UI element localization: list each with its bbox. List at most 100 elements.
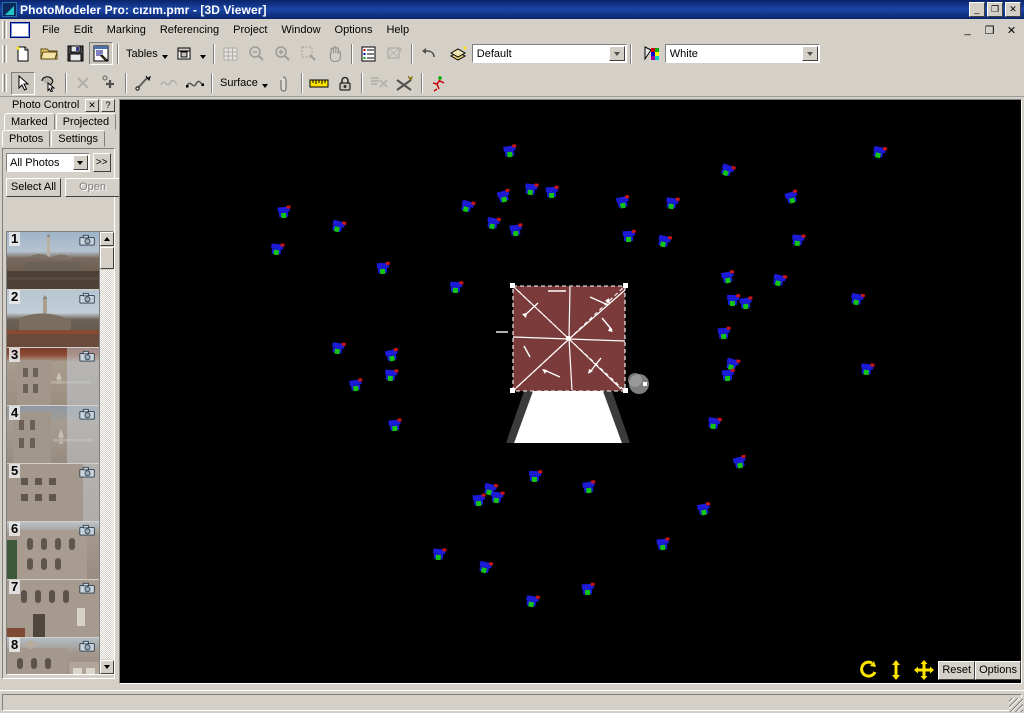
zoom-updown-icon[interactable] bbox=[882, 658, 910, 682]
list-item[interactable]: 6 bbox=[7, 522, 99, 579]
measure-ruler-icon[interactable] bbox=[307, 72, 331, 95]
mdi-window-controls: _ ❐ ✕ bbox=[961, 24, 1024, 37]
camera-icon bbox=[79, 350, 95, 362]
resize-grip[interactable] bbox=[1009, 698, 1023, 712]
select-arrow-icon[interactable] bbox=[11, 71, 35, 95]
menu-item-file[interactable]: File bbox=[35, 21, 67, 39]
tab-marked[interactable]: Marked bbox=[4, 113, 55, 130]
surface-mesh[interactable] bbox=[496, 283, 628, 393]
menu-item-edit[interactable]: Edit bbox=[67, 21, 100, 39]
color-combo-value: White bbox=[669, 47, 698, 60]
minimize-button[interactable]: _ bbox=[969, 2, 985, 17]
window-chevron-down-icon[interactable] bbox=[199, 54, 206, 59]
pan-hand-icon[interactable] bbox=[323, 42, 347, 65]
menu-item-options[interactable]: Options bbox=[328, 21, 380, 39]
mdi-close-button[interactable]: ✕ bbox=[1005, 24, 1018, 37]
photo-thumbnail-list: 1 2 3 4 5 6 7 8 bbox=[6, 231, 114, 675]
menu-item-marking[interactable]: Marking bbox=[100, 21, 153, 39]
app-icon bbox=[2, 2, 17, 17]
thumbnail-number: 5 bbox=[9, 464, 21, 478]
photo-list-scrollbar[interactable] bbox=[99, 232, 114, 674]
path-tool-icon[interactable] bbox=[183, 72, 207, 95]
camera-icon bbox=[79, 582, 95, 594]
mark-points-icon[interactable] bbox=[131, 72, 155, 95]
rotate-icon[interactable] bbox=[854, 658, 882, 682]
photo-filter-chevron-down-icon[interactable] bbox=[72, 155, 88, 170]
title-bar: PhotoModeler Pro: cızım.pmr - [3D Viewer… bbox=[0, 0, 1024, 19]
lock-icon[interactable] bbox=[333, 72, 357, 95]
add-point-icon[interactable] bbox=[97, 72, 121, 95]
properties-list-icon[interactable] bbox=[357, 42, 381, 65]
save-project-icon[interactable] bbox=[63, 42, 87, 65]
grid-table-icon[interactable] bbox=[219, 42, 243, 65]
viewer-options-button[interactable]: Options bbox=[975, 660, 1021, 680]
layer-chevron-down-icon[interactable] bbox=[608, 46, 625, 61]
surface-trim-icon[interactable] bbox=[273, 72, 297, 95]
menu-item-referencing[interactable]: Referencing bbox=[153, 21, 226, 39]
thumbnail-number: 8 bbox=[9, 638, 21, 652]
tab-photos[interactable]: Photos bbox=[2, 130, 51, 147]
new-project-icon[interactable] bbox=[11, 42, 35, 65]
select-all-button[interactable]: Select All bbox=[6, 178, 61, 197]
photo-filter-expand-button[interactable]: >> bbox=[92, 153, 111, 172]
photo-filter-combo[interactable]: All Photos bbox=[6, 153, 90, 172]
menu-grip[interactable] bbox=[2, 21, 8, 39]
zoom-in-icon[interactable] bbox=[271, 42, 295, 65]
tools-toolbar-grip[interactable] bbox=[2, 74, 8, 92]
scroll-thumb[interactable] bbox=[100, 247, 114, 269]
unreference-icon[interactable] bbox=[367, 72, 391, 95]
list-item[interactable]: 3 bbox=[7, 348, 99, 405]
undo-icon[interactable] bbox=[417, 42, 441, 65]
panel-close-button[interactable]: ✕ bbox=[85, 98, 99, 112]
scroll-track[interactable] bbox=[100, 270, 114, 659]
list-item[interactable]: 2 bbox=[7, 290, 99, 347]
list-item[interactable]: 5 bbox=[7, 464, 99, 521]
mdi-restore-button[interactable]: ❐ bbox=[983, 24, 996, 37]
tab-projected[interactable]: Projected bbox=[55, 113, 117, 130]
layer-combo[interactable]: Default bbox=[471, 44, 627, 63]
open-project-icon[interactable] bbox=[37, 42, 61, 65]
color-combo[interactable]: White bbox=[664, 44, 820, 63]
list-item[interactable]: 4 bbox=[7, 406, 99, 463]
new-window-icon[interactable] bbox=[173, 42, 197, 65]
tables-chevron-down-icon[interactable] bbox=[161, 54, 168, 59]
camera-icon bbox=[79, 292, 95, 304]
tab-settings[interactable]: Settings bbox=[51, 130, 105, 147]
project-status-icon[interactable] bbox=[89, 42, 113, 65]
curve-tool-icon[interactable] bbox=[157, 72, 181, 95]
clear-references-icon[interactable] bbox=[393, 72, 417, 95]
list-item[interactable]: 8 bbox=[7, 638, 99, 674]
photo-filter-row: All Photos >> bbox=[6, 153, 111, 172]
delete-point-icon[interactable] bbox=[71, 72, 95, 95]
main-toolbar-grip[interactable] bbox=[2, 44, 8, 63]
list-item[interactable]: 1 bbox=[7, 232, 99, 289]
list-item[interactable]: 7 bbox=[7, 580, 99, 637]
scroll-up-button[interactable] bbox=[100, 232, 114, 246]
tools-separator-6 bbox=[420, 73, 423, 93]
color-chevron-down-icon[interactable] bbox=[801, 46, 818, 61]
menu-item-help[interactable]: Help bbox=[379, 21, 416, 39]
tables-menu-label[interactable]: Tables bbox=[122, 48, 160, 60]
viewer-reset-button[interactable]: Reset bbox=[938, 660, 976, 680]
process-run-icon[interactable] bbox=[427, 72, 451, 95]
zoom-out-icon[interactable] bbox=[245, 42, 269, 65]
menu-item-project[interactable]: Project bbox=[226, 21, 274, 39]
scroll-down-button[interactable] bbox=[100, 660, 114, 674]
camera-icon bbox=[79, 524, 95, 536]
surface-menu-label[interactable]: Surface bbox=[216, 77, 260, 89]
thumbnail-number: 6 bbox=[9, 522, 21, 536]
toolbar-separator-2 bbox=[212, 43, 215, 64]
viewer-3d[interactable]: Reset Options bbox=[119, 99, 1022, 684]
viewer-3d-scene[interactable] bbox=[120, 100, 1021, 683]
zoom-window-icon[interactable] bbox=[297, 42, 321, 65]
menu-item-window[interactable]: Window bbox=[274, 21, 327, 39]
pan-four-arrow-icon[interactable] bbox=[910, 658, 938, 682]
panel-help-button[interactable]: ? bbox=[101, 98, 115, 112]
photo-control-title: Photo Control bbox=[12, 99, 80, 111]
close-button[interactable]: ✕ bbox=[1005, 2, 1021, 17]
surface-chevron-down-icon[interactable] bbox=[261, 84, 268, 88]
photo-export-icon[interactable] bbox=[383, 42, 407, 65]
mdi-minimize-button[interactable]: _ bbox=[961, 24, 974, 36]
restore-button[interactable]: ❐ bbox=[987, 2, 1003, 17]
select-lasso-icon[interactable] bbox=[37, 72, 61, 95]
